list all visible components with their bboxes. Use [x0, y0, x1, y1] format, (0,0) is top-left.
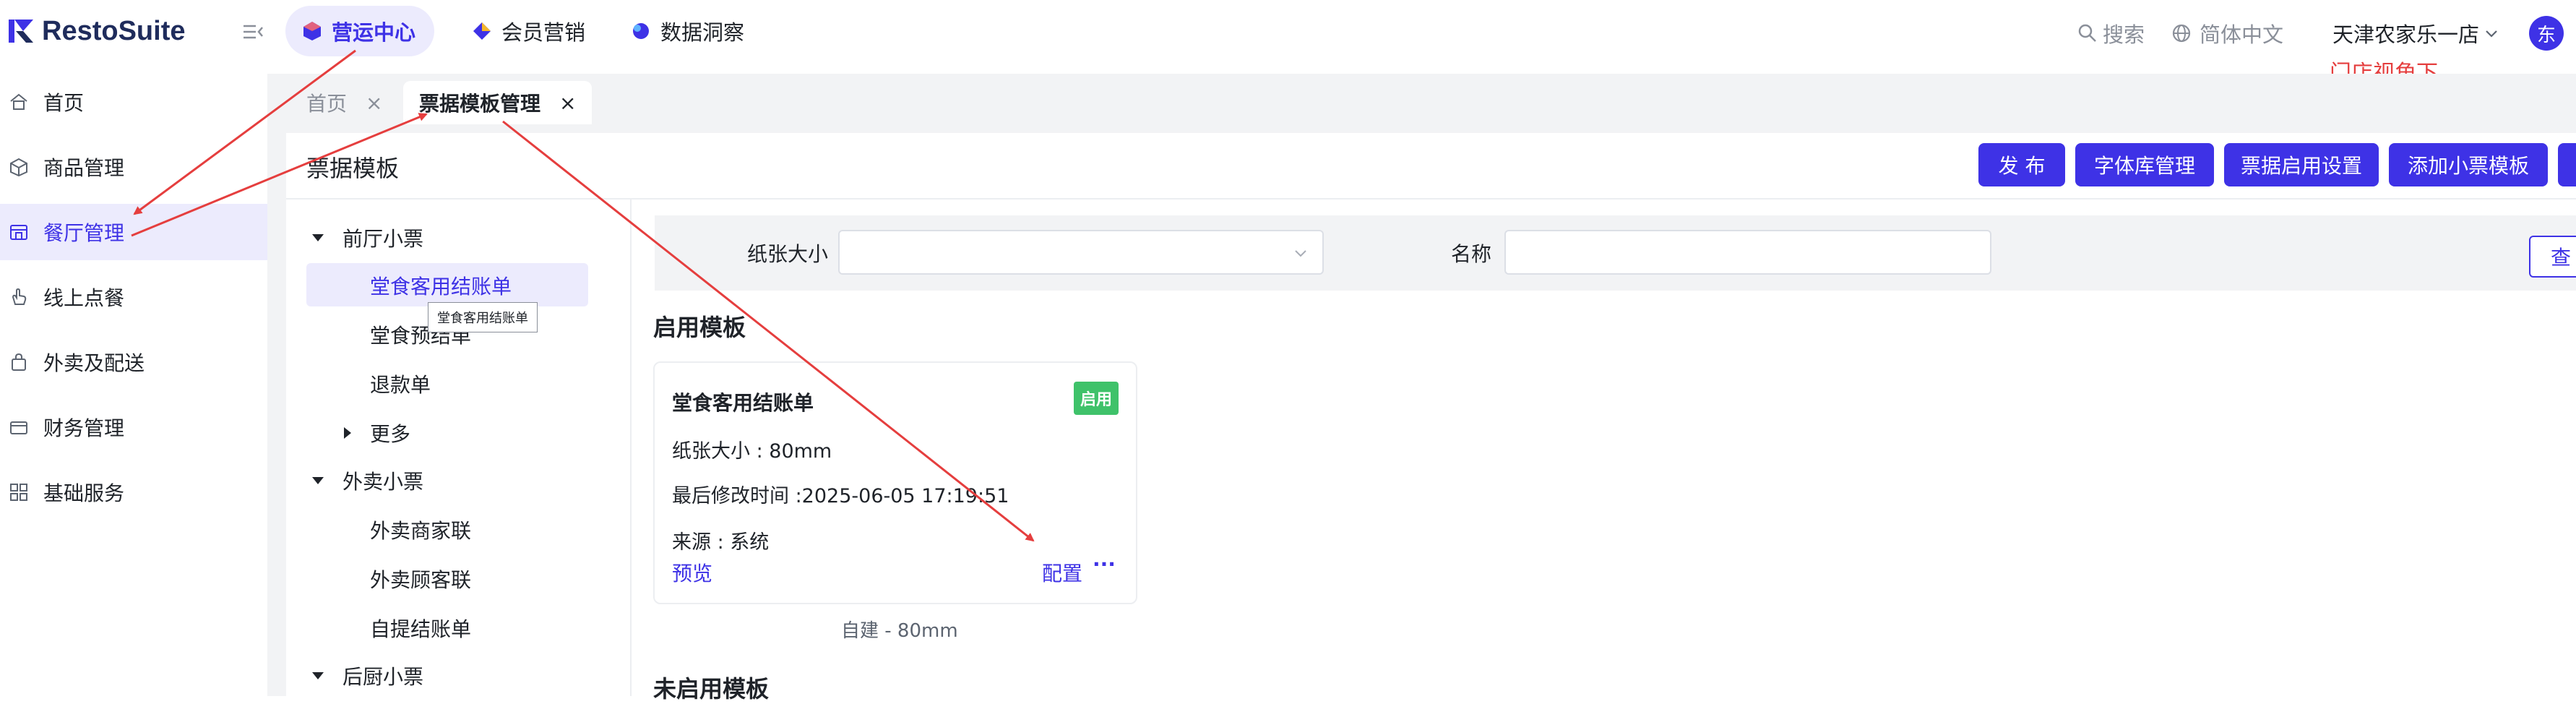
close-icon[interactable]: ×	[366, 91, 382, 115]
sidebar-item-label: 餐厅管理	[43, 221, 125, 245]
tree-item-pickup-bill[interactable]: 自提结账单	[370, 607, 471, 649]
hexagon-icon	[301, 20, 323, 42]
home-icon	[9, 92, 29, 112]
sidebar-item-label: 基础服务	[43, 481, 125, 505]
sidebar-item-delivery[interactable]: 外卖及配送	[0, 334, 267, 390]
tree-item-dine-in-bill[interactable]: 堂食客用结账单	[370, 265, 512, 306]
tree-item-refund[interactable]: 退款单	[370, 363, 431, 405]
brand-logo[interactable]: RestoSuite	[7, 14, 185, 48]
sidebar-item-label: 商品管理	[43, 156, 125, 180]
logo-icon	[7, 17, 36, 46]
store-name: 天津农家乐一店	[2332, 22, 2480, 47]
menu-collapse-icon[interactable]	[241, 20, 264, 43]
caret-down-icon	[312, 672, 324, 679]
store-icon	[9, 222, 29, 242]
sidebar-item-label: 外卖及配送	[43, 351, 145, 375]
globe-icon	[2172, 24, 2191, 43]
bag-icon	[9, 352, 29, 372]
tree-group-label: 前厅小票	[343, 227, 424, 251]
tree-group-label: 外卖小票	[343, 470, 424, 494]
status-badge: 启用	[1074, 382, 1119, 415]
hand-icon	[9, 287, 29, 307]
more-actions-button[interactable]	[2558, 143, 2576, 186]
language-switcher[interactable]: 简体中文	[2171, 17, 2283, 49]
tab-label: 首页	[306, 92, 348, 116]
disabled-section-title: 未启用模板	[653, 675, 770, 703]
sidebar-item-finance[interactable]: 财务管理	[0, 399, 267, 455]
preview-link[interactable]: 预览	[672, 558, 712, 587]
store-selector[interactable]: 天津农家乐一店	[2332, 17, 2499, 49]
sidebar-item-online-ordering[interactable]: 线上点餐	[0, 269, 267, 325]
query-button[interactable]: 查	[2529, 236, 2576, 278]
bubble-icon	[630, 20, 652, 42]
name-label: 名称	[1451, 242, 1492, 266]
sidebar-item-restaurant[interactable]: 餐厅管理	[0, 204, 267, 260]
sidebar-item-basic-services[interactable]: 基础服务	[0, 464, 267, 520]
sidebar-item-home[interactable]: 首页	[0, 74, 267, 130]
tree-group-front-hall[interactable]: 前厅小票	[312, 217, 423, 259]
template-paper-size: 纸张大小 : 80mm	[672, 440, 832, 463]
sidebar-item-products[interactable]: 商品管理	[0, 139, 267, 195]
tab-ticket-template[interactable]: 票据模板管理 ×	[403, 81, 593, 124]
search-icon	[2078, 24, 2096, 42]
tab-home[interactable]: 首页 ×	[290, 81, 398, 124]
chevron-down-icon	[1295, 250, 1306, 257]
sidebar-item-label: 财务管理	[43, 416, 125, 440]
sidebar-item-label: 首页	[43, 91, 85, 115]
sidebar-item-label: 线上点餐	[43, 286, 125, 310]
tree-item-label: 自提结账单	[370, 617, 472, 641]
close-icon[interactable]: ×	[559, 91, 576, 115]
language-label: 简体中文	[2200, 22, 2284, 47]
brand-name: RestoSuite	[42, 15, 186, 46]
font-library-button[interactable]: 字体库管理	[2075, 143, 2214, 186]
paper-size-select[interactable]	[838, 230, 1324, 275]
page-title: 票据模板	[306, 155, 400, 182]
global-search[interactable]: 搜索	[2077, 17, 2145, 49]
avatar[interactable]: 东	[2529, 16, 2564, 51]
box-icon	[9, 157, 29, 177]
tree-group-label: 后厨小票	[343, 665, 424, 689]
tree-item-label: 堂食客用结账单	[370, 275, 512, 299]
topnav-data-insights[interactable]: 数据洞察	[614, 6, 763, 56]
tree-item-takeaway-merchant[interactable]: 外卖商家联	[370, 509, 471, 551]
diamond-icon	[471, 20, 493, 42]
tree-item-more[interactable]: 更多	[344, 412, 410, 454]
sidebar: 首页 商品管理 餐厅管理 线上点餐 外卖及配送 财务管理 基础服务	[0, 74, 267, 696]
chevron-down-icon	[2486, 30, 2497, 38]
template-card-title: 堂食客用结账单	[672, 391, 814, 415]
publish-button[interactable]: 发 布	[1978, 143, 2065, 186]
topnav-label: 营运中心	[332, 20, 416, 45]
tree-group-takeaway[interactable]: 外卖小票	[312, 460, 423, 502]
topnav-label: 会员营销	[501, 20, 586, 45]
name-input[interactable]	[1504, 230, 1991, 275]
tree-item-label: 外卖顾客联	[370, 568, 472, 592]
tree-item-takeaway-customer[interactable]: 外卖顾客联	[370, 558, 471, 600]
topnav-label: 数据洞察	[660, 20, 745, 45]
grid-icon	[9, 482, 29, 502]
tab-label: 票据模板管理	[419, 92, 541, 116]
tree-group-kitchen[interactable]: 后厨小票	[312, 655, 423, 697]
tree-item-label: 更多	[370, 422, 411, 446]
tree-item-label: 退款单	[370, 373, 431, 397]
tree-item-label: 外卖商家联	[370, 519, 472, 543]
config-link[interactable]: 配置	[1042, 558, 1082, 587]
more-icon[interactable]: ···	[1093, 552, 1116, 576]
template-caption: 自建 - 80mm	[841, 620, 958, 642]
top-bar: RestoSuite 营运中心 会员营销 数据洞察 搜索 简体中文 天津农家乐一…	[0, 0, 2576, 74]
template-source: 来源 : 系统	[672, 531, 770, 554]
tooltip: 堂食客用结账单	[428, 302, 538, 332]
topnav-operations[interactable]: 营运中心	[285, 6, 435, 56]
add-ticket-template-button[interactable]: 添加小票模板	[2389, 143, 2548, 186]
tree-divider	[630, 199, 632, 696]
caret-down-icon	[312, 477, 324, 484]
caret-right-icon	[344, 427, 351, 439]
ticket-enable-settings-button[interactable]: 票据启用设置	[2224, 143, 2379, 186]
search-label: 搜索	[2103, 22, 2145, 47]
topnav-member-marketing[interactable]: 会员营销	[455, 6, 604, 56]
paper-size-label: 纸张大小	[747, 242, 829, 266]
template-modified-time: 最后修改时间 :2025-06-05 17:19:51	[672, 485, 1009, 507]
enabled-section-title: 启用模板	[653, 314, 746, 341]
wallet-icon	[9, 417, 29, 437]
caret-down-icon	[312, 234, 324, 241]
